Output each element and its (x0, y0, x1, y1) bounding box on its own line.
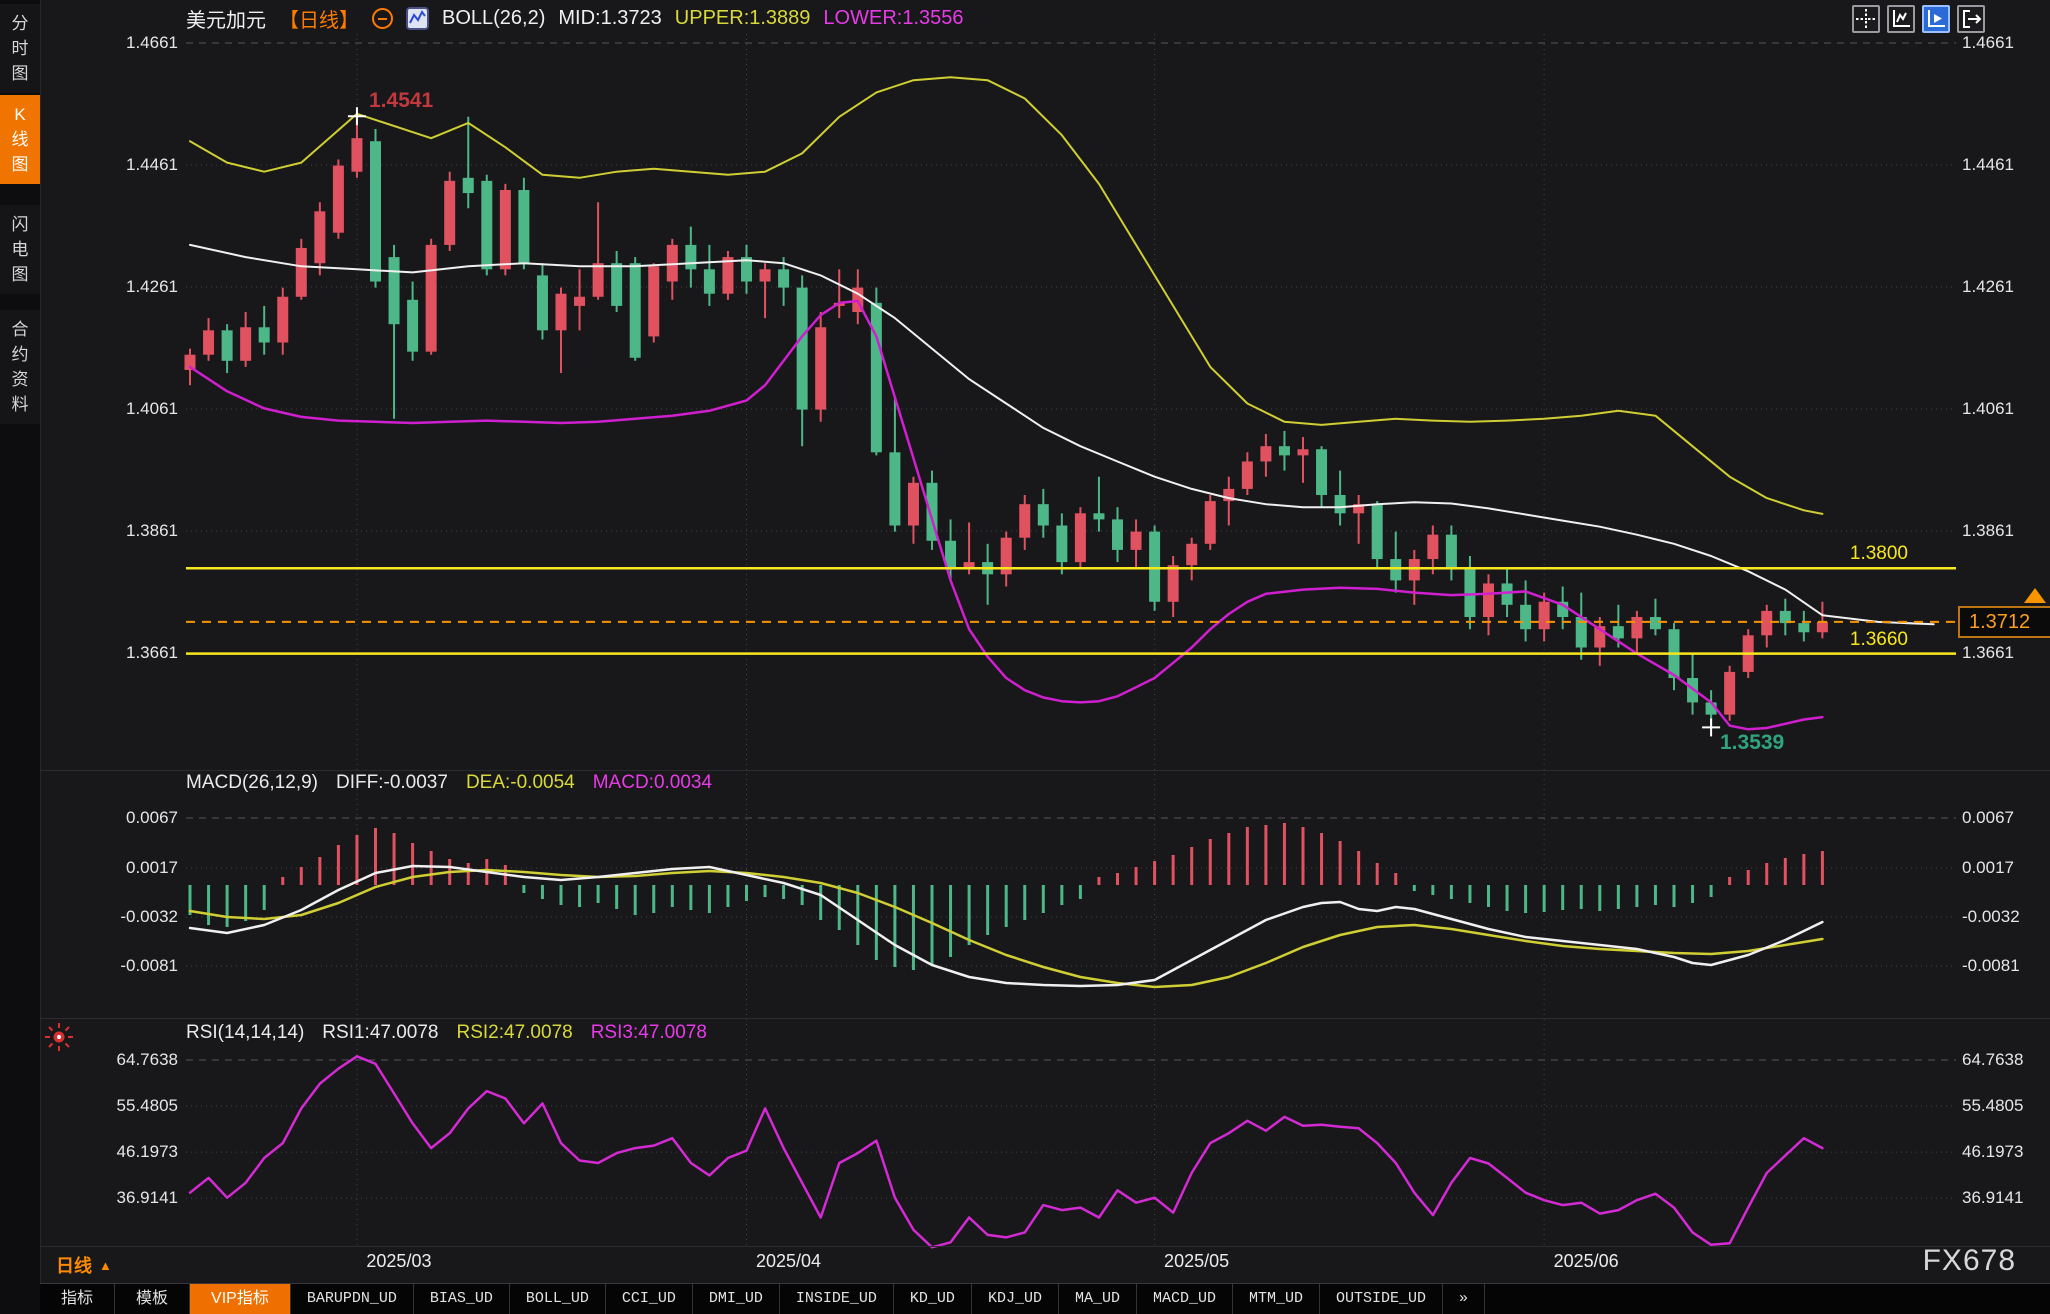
axis-tick-right: 1.3661 (1962, 643, 2048, 663)
axis-tick-left: 1.4461 (40, 155, 178, 175)
axis-tick-left: -0.0032 (40, 907, 178, 927)
toolbar-tab-10[interactable]: KD_UD (894, 1284, 972, 1314)
chart-tool-buttons (1852, 5, 1985, 33)
boll-lower-value: LOWER:1.3556 (823, 7, 963, 30)
axis-scale-icon[interactable] (1887, 5, 1915, 33)
toolbar-tab-6[interactable]: BOLL_UD (510, 1284, 606, 1314)
toolbar-tab-5[interactable]: BIAS_UD (414, 1284, 510, 1314)
macd-value: MACD:0.0034 (593, 772, 712, 794)
boll-upper-value: UPPER:1.3889 (675, 7, 811, 30)
chart-type-icon[interactable] (406, 7, 429, 30)
axis-tick-left: 36.9141 (40, 1188, 178, 1208)
chart-canvas[interactable] (0, 0, 2050, 1314)
sidebar-item-4[interactable]: 合 约 资 料 (0, 310, 40, 424)
axis-tick-right: 1.4661 (1962, 33, 2048, 53)
period-selector[interactable]: 日线 ▲ (56, 1252, 112, 1278)
macd-dea-value: DEA:-0.0054 (466, 772, 575, 794)
toolbar-tab-8[interactable]: DMI_UD (693, 1284, 780, 1314)
symbol-name: 美元加元 (186, 4, 266, 33)
last-price-tag: 1.3712 (1958, 606, 2050, 638)
toolbar-tab-3[interactable]: VIP指标 (190, 1284, 291, 1314)
date-axis-label: 2025/06 (1554, 1251, 1619, 1272)
toolbar-tab-11[interactable]: KDJ_UD (972, 1284, 1059, 1314)
axis-tick-left: 1.4261 (40, 277, 178, 297)
axis-tick-left: 46.1973 (40, 1142, 178, 1162)
macd-diff-value: DIFF:-0.0037 (336, 772, 448, 794)
axis-tick-right: 46.1973 (1962, 1142, 2048, 1162)
axis-tick-left: 0.0017 (40, 858, 178, 878)
toolbar-tab-4[interactable]: BARUPDN_UD (291, 1284, 414, 1314)
toolbar-tab-7[interactable]: CCI_UD (606, 1284, 693, 1314)
rsi-header: RSI(14,14,14) RSI1:47.0078 RSI2:47.0078 … (186, 1022, 707, 1044)
macd-name: MACD(26,12,9) (186, 772, 318, 794)
period-label: 日线 (56, 1252, 92, 1278)
axis-tick-left: 1.3661 (40, 643, 178, 663)
axis-tick-right: 1.4261 (1962, 277, 2048, 297)
axis-tick-left: 1.4061 (40, 399, 178, 419)
axis-tick-right: 0.0017 (1962, 858, 2048, 878)
axis-tick-left: 55.4805 (40, 1096, 178, 1116)
axis-tick-right: 1.3861 (1962, 521, 2048, 541)
boll-label: BOLL(26,2) (442, 7, 545, 30)
axis-tick-left: -0.0081 (40, 956, 178, 976)
date-axis-label: 2025/05 (1164, 1251, 1229, 1272)
boll-mid-value: MID:1.3723 (558, 7, 661, 30)
toolbar-tab-16[interactable]: » (1443, 1284, 1485, 1314)
axis-tick-right: 55.4805 (1962, 1096, 2048, 1116)
toolbar-tab-12[interactable]: MA_UD (1059, 1284, 1137, 1314)
toolbar-tab-14[interactable]: MTM_UD (1233, 1284, 1320, 1314)
toolbar-tab-1[interactable]: 指标 (40, 1284, 115, 1314)
timeframe-tag: 【日线】 (279, 4, 359, 33)
pan-crosshair-icon[interactable] (1852, 5, 1880, 33)
toolbar-tab-15[interactable]: OUTSIDE_UD (1320, 1284, 1443, 1314)
axis-tick-left: 1.3861 (40, 521, 178, 541)
play-scale-icon[interactable] (1922, 5, 1950, 33)
date-axis-label: 2025/03 (366, 1251, 431, 1272)
axis-tick-right: 1.4461 (1962, 155, 2048, 175)
rsi1-value: RSI1:47.0078 (322, 1022, 438, 1044)
axis-tick-left: 64.7638 (40, 1050, 178, 1070)
axis-tick-right: 0.0067 (1962, 808, 2048, 828)
toolbar-tab-9[interactable]: INSIDE_UD (780, 1284, 894, 1314)
macd-header: MACD(26,12,9) DIFF:-0.0037 DEA:-0.0054 M… (186, 772, 712, 794)
axis-tick-right: 36.9141 (1962, 1188, 2048, 1208)
watermark: FX678 (1923, 1244, 2016, 1278)
indicator-alert-icon[interactable] (42, 1020, 76, 1054)
axis-tick-left: 1.4661 (40, 33, 178, 53)
indicator-settings-icon[interactable] (372, 8, 393, 29)
high-price-annotation: 1.4541 (369, 89, 433, 113)
sidebar-item-1[interactable]: 分 时 图 (0, 4, 40, 93)
chart-title-row: 美元加元 【日线】 BOLL(26,2) MID:1.3723 UPPER:1.… (186, 4, 964, 33)
axis-tick-right: 64.7638 (1962, 1050, 2048, 1070)
toolbar-tab-2[interactable]: 模板 (115, 1284, 190, 1314)
sidebar-item-3[interactable]: 闪 电 图 (0, 205, 40, 294)
date-axis-label: 2025/04 (756, 1251, 821, 1272)
exit-scale-icon[interactable] (1957, 5, 1985, 33)
axis-tick-left: 0.0067 (40, 808, 178, 828)
rsi-name: RSI(14,14,14) (186, 1022, 304, 1044)
toolbar-tab-13[interactable]: MACD_UD (1137, 1284, 1233, 1314)
rsi3-value: RSI3:47.0078 (591, 1022, 707, 1044)
indicator-toolbar: 指标模板VIP指标BARUPDN_UDBIAS_UDBOLL_UDCCI_UDD… (40, 1283, 2050, 1314)
axis-tick-right: -0.0032 (1962, 907, 2048, 927)
sidebar: 分 时 图K 线 图闪 电 图合 约 资 料 (0, 0, 41, 1314)
axis-tick-right: -0.0081 (1962, 956, 2048, 976)
sidebar-item-2[interactable]: K 线 图 (0, 95, 40, 184)
resistance-level-label: 1.3800 (1788, 543, 1908, 565)
period-dropdown-arrow: ▲ (99, 1258, 112, 1273)
low-price-annotation: 1.3539 (1720, 731, 1784, 755)
trading-app: 分 时 图K 线 图闪 电 图合 约 资 料 美元加元 【日线】 BOLL(26… (0, 0, 2050, 1314)
support-level-label: 1.3660 (1788, 629, 1908, 651)
axis-tick-right: 1.4061 (1962, 399, 2048, 419)
rsi2-value: RSI2:47.0078 (457, 1022, 573, 1044)
